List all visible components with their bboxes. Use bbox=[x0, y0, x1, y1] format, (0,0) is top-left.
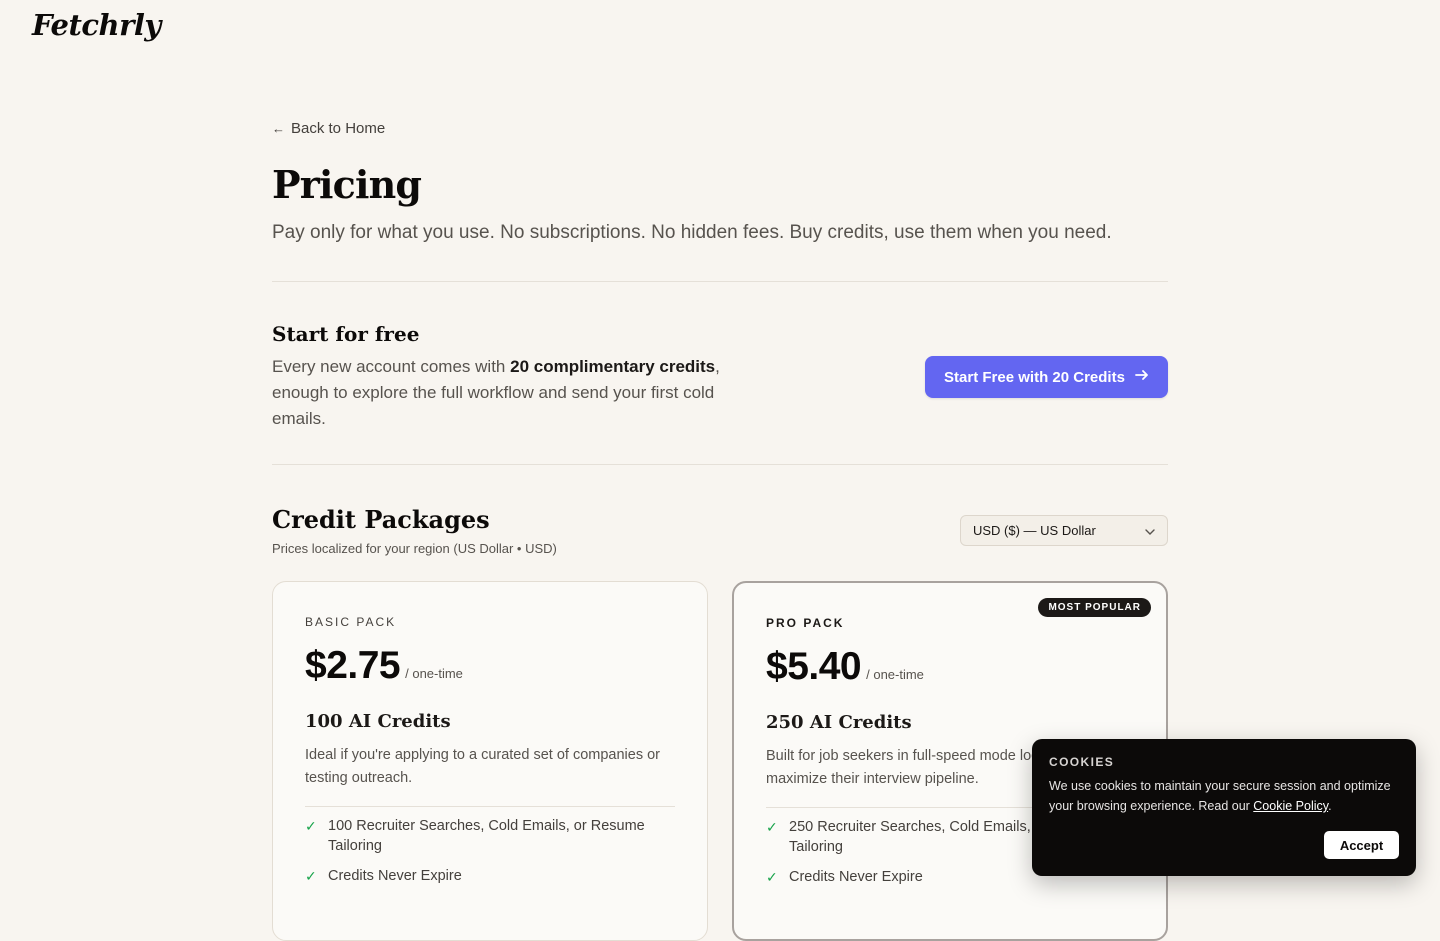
check-icon: ✓ bbox=[766, 819, 778, 835]
credits-title: 250 AI Credits bbox=[766, 712, 912, 733]
currency-select[interactable]: USD ($) — US Dollar bbox=[960, 515, 1168, 546]
free-desc-highlight: 20 complimentary credits bbox=[510, 357, 716, 376]
price-row: $2.75 / one-time bbox=[305, 644, 463, 688]
feature-list: ✓ 100 Recruiter Searches, Cold Emails, or… bbox=[305, 816, 675, 896]
price-row: $5.40 / one-time bbox=[766, 645, 924, 689]
start-free-button-label: Start Free with 20 Credits bbox=[944, 368, 1125, 386]
free-desc-text: Every new account comes with bbox=[272, 357, 511, 376]
chevron-down-icon bbox=[1145, 523, 1155, 538]
pack-name: BASIC PACK bbox=[305, 615, 397, 629]
price: $2.75 bbox=[305, 644, 401, 687]
credit-packages-title: Credit Packages bbox=[272, 505, 490, 534]
feature-text: Credits Never Expire bbox=[328, 868, 462, 884]
logo[interactable]: Fetchrly bbox=[32, 8, 161, 42]
check-icon: ✓ bbox=[305, 818, 317, 834]
currency-select-value: USD ($) — US Dollar bbox=[973, 523, 1096, 538]
back-to-home-link[interactable]: ← Back to Home bbox=[272, 120, 385, 137]
arrow-right-icon bbox=[1135, 368, 1149, 386]
pack-name: PRO PACK bbox=[766, 616, 845, 630]
divider bbox=[272, 281, 1168, 282]
feature-text: Credits Never Expire bbox=[789, 869, 923, 885]
pack-description: Ideal if you're applying to a curated se… bbox=[305, 747, 661, 786]
feature-text: 100 Recruiter Searches, Cold Emails, or … bbox=[328, 818, 645, 854]
page-title: Pricing bbox=[272, 162, 422, 207]
free-section-title: Start for free bbox=[272, 322, 420, 346]
price-suffix: / one-time bbox=[866, 667, 924, 682]
cookie-text: We use cookies to maintain your secure s… bbox=[1049, 776, 1399, 816]
price: $5.40 bbox=[766, 645, 862, 688]
credit-packages-subtitle: Prices localized for your region (US Dol… bbox=[272, 541, 557, 556]
free-section-description: Every new account comes with 20 complime… bbox=[272, 354, 732, 432]
basic-pack-card[interactable]: BASIC PACK $2.75 / one-time 100 AI Credi… bbox=[272, 581, 708, 941]
divider bbox=[305, 806, 675, 807]
accept-cookies-button[interactable]: Accept bbox=[1324, 831, 1399, 859]
feature-item: ✓ Credits Never Expire bbox=[305, 866, 675, 886]
start-free-button[interactable]: Start Free with 20 Credits bbox=[925, 356, 1168, 398]
price-suffix: / one-time bbox=[405, 666, 463, 681]
arrow-left-icon: ← bbox=[272, 121, 285, 136]
page-subtitle: Pay only for what you use. No subscripti… bbox=[272, 222, 1112, 243]
cookie-policy-link[interactable]: Cookie Policy bbox=[1253, 799, 1328, 813]
feature-item: ✓ 100 Recruiter Searches, Cold Emails, or… bbox=[305, 816, 675, 856]
back-link-label: Back to Home bbox=[291, 120, 386, 137]
cookie-title: COOKIES bbox=[1049, 755, 1115, 769]
check-icon: ✓ bbox=[305, 868, 317, 884]
cookie-message: We use cookies to maintain your secure s… bbox=[1049, 779, 1391, 813]
cookie-message-end: . bbox=[1328, 799, 1332, 813]
credits-title: 100 AI Credits bbox=[305, 711, 451, 732]
cookie-banner: COOKIES We use cookies to maintain your … bbox=[1032, 739, 1416, 876]
divider bbox=[272, 464, 1168, 465]
check-icon: ✓ bbox=[766, 869, 778, 885]
most-popular-badge: MOST POPULAR bbox=[1038, 598, 1151, 617]
